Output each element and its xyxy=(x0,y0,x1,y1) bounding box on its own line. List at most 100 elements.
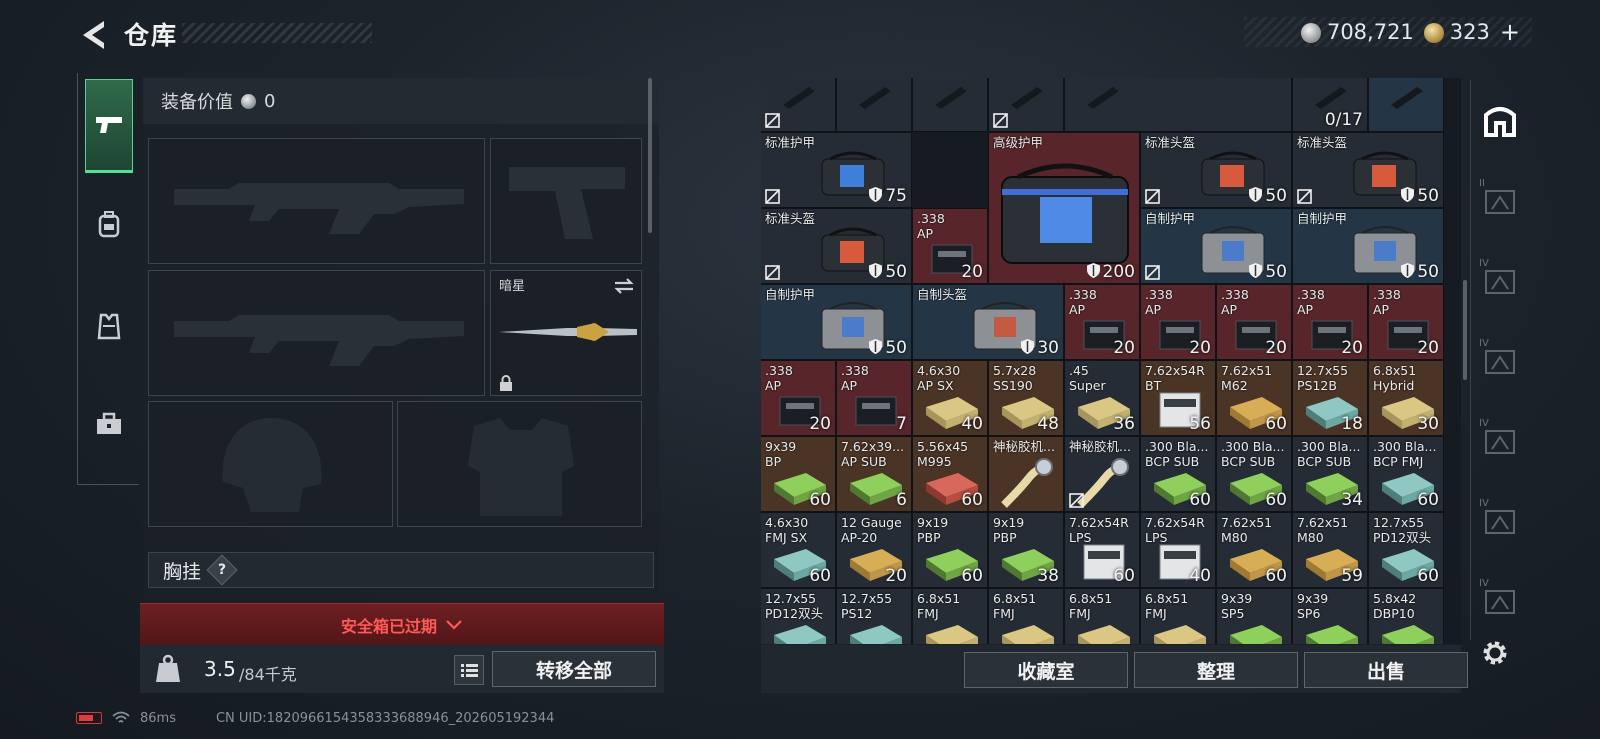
inventory-item[interactable]: 5.8x42 DBP10 xyxy=(1368,588,1444,644)
inventory-item[interactable]: 标准头盔 50 xyxy=(1292,132,1444,208)
inventory-item[interactable]: 6.8x51 FMJ xyxy=(1140,588,1216,644)
inventory-item[interactable]: 12 Gauge AP-20 20 xyxy=(836,512,912,588)
inventory-item[interactable]: .338 AP 7 xyxy=(836,360,912,436)
inventory-item[interactable]: 5.56x45 M995 60 xyxy=(912,436,988,512)
inventory-item[interactable]: .300 Bla... BCP FMJ 60 xyxy=(1368,436,1444,512)
inventory-item[interactable]: .338 AP 20 xyxy=(1216,284,1292,360)
inventory-item[interactable]: .45 Super 36 xyxy=(1064,360,1140,436)
inventory-item[interactable]: 12.7x55 PS12 xyxy=(836,588,912,644)
inventory-item[interactable]: 7.62x51 M80 60 xyxy=(1216,512,1292,588)
tab-weapons[interactable] xyxy=(85,79,133,173)
storage-tab-4[interactable]: IV xyxy=(1479,338,1521,382)
inventory-item[interactable]: .338 AP 20 xyxy=(761,360,836,436)
item-quantity: 6 xyxy=(896,490,907,510)
safe-box-expired-banner[interactable]: 安全箱已过期 xyxy=(140,603,664,645)
helmet-slot[interactable] xyxy=(148,401,393,527)
inventory-item[interactable] xyxy=(836,78,912,132)
inventory-item[interactable]: .300 Bla... BCP SUB 60 xyxy=(1216,436,1292,512)
collection-button[interactable]: 收藏室 xyxy=(964,652,1128,688)
inventory-item[interactable]: 4.6x30 FMJ SX 60 xyxy=(761,512,836,588)
organize-button[interactable]: 整理 xyxy=(1134,652,1298,688)
item-quantity-value: 75 xyxy=(885,186,907,206)
rifle-silhouette-icon xyxy=(174,183,464,234)
gold-coin-icon xyxy=(1423,23,1444,43)
storage-tab-1[interactable] xyxy=(1479,100,1521,142)
chest-rig-row[interactable]: 胸挂 ? xyxy=(148,552,654,588)
inventory-item[interactable]: 自制护甲 50 xyxy=(1292,208,1444,284)
item-quantity: 0/17 xyxy=(1324,110,1363,130)
inventory-item[interactable]: 7.62x54R BT 56 xyxy=(1140,360,1216,436)
item-name: 7.62x39... AP SUB xyxy=(841,439,905,469)
inventory-item[interactable]: 标准头盔 50 xyxy=(761,208,912,284)
melee-slot[interactable]: 暗星 xyxy=(490,270,642,396)
inventory-item[interactable]: .338 AP 20 xyxy=(912,208,988,284)
inventory-item[interactable]: .338 AP 20 xyxy=(1368,284,1444,360)
inventory-item[interactable] xyxy=(912,78,988,132)
storage-tab-7[interactable]: IV xyxy=(1479,578,1521,622)
equipment-scrollbar[interactable] xyxy=(648,78,652,233)
swap-icon[interactable] xyxy=(613,277,635,295)
inventory-item[interactable]: 9x19 PBP 60 xyxy=(912,512,988,588)
item-name: 6.8x51 FMJ xyxy=(1145,591,1189,621)
inventory-item[interactable]: 自制护甲 50 xyxy=(1140,208,1292,284)
help-icon[interactable]: ? xyxy=(206,554,238,586)
inventory-item[interactable]: 9x39 SP6 xyxy=(1292,588,1368,644)
inventory-item[interactable]: .300 Bla... BCP SUB 60 xyxy=(1140,436,1216,512)
inventory-item[interactable]: 7.62x51 M62 60 xyxy=(1216,360,1292,436)
inventory-item[interactable]: 9x39 BP 60 xyxy=(761,436,836,512)
inventory-item[interactable]: 标准头盔 50 xyxy=(1140,132,1292,208)
inventory-item[interactable]: 自制头盔 30 xyxy=(912,284,1064,360)
storage-tab-6[interactable]: IV xyxy=(1479,498,1521,542)
inventory-item[interactable]: 9x19 PBP 38 xyxy=(988,512,1064,588)
inventory-item[interactable]: 神秘胶机... xyxy=(988,436,1064,512)
inventory-item[interactable]: 标准护甲 75 xyxy=(761,132,912,208)
inventory-item[interactable]: 7.62x54R LPS 40 xyxy=(1140,512,1216,588)
inventory-item[interactable]: 7.62x39... AP SUB 6 xyxy=(836,436,912,512)
transfer-all-button[interactable]: 转移全部 xyxy=(492,651,656,687)
inventory-item[interactable]: 12.7x55 PD12双头 xyxy=(761,588,836,644)
list-view-button[interactable] xyxy=(454,655,484,685)
inventory-item[interactable]: .338 AP 20 xyxy=(1064,284,1140,360)
tab-vest[interactable] xyxy=(85,279,133,373)
inventory-item[interactable] xyxy=(761,78,836,132)
inventory-item[interactable] xyxy=(1368,78,1444,132)
inventory-item[interactable]: 高级护甲 200 xyxy=(988,132,1140,284)
storage-tab-5[interactable]: IV xyxy=(1479,418,1521,462)
item-name: 9x19 PBP xyxy=(917,515,949,545)
inventory-item[interactable]: 5.7x28 SS190 48 xyxy=(988,360,1064,436)
secondary-weapon-slot[interactable] xyxy=(148,270,485,396)
inventory-item[interactable]: 9x39 SP5 xyxy=(1216,588,1292,644)
armor-slot[interactable] xyxy=(397,401,642,527)
inventory-item[interactable]: 6.8x51 Hybrid 30 xyxy=(1368,360,1444,436)
inventory-item[interactable] xyxy=(1064,78,1292,132)
inventory-item[interactable]: 7.62x54R LPS 60 xyxy=(1064,512,1140,588)
inventory-item[interactable]: 12.7x55 PD12双头 60 xyxy=(1368,512,1444,588)
inventory-item[interactable]: 神秘胶机... xyxy=(1064,436,1140,512)
settings-button[interactable] xyxy=(1478,636,1512,670)
item-name: .338 AP xyxy=(1297,287,1325,317)
inventory-item[interactable]: 0/17 xyxy=(1292,78,1368,132)
inventory-item[interactable]: 自制护甲 50 xyxy=(761,284,912,360)
storage-tab-3[interactable]: IV xyxy=(1479,258,1521,302)
inventory-item[interactable]: 4.6x30 AP SX 40 xyxy=(912,360,988,436)
inventory-item[interactable]: 6.8x51 FMJ xyxy=(988,588,1064,644)
inventory-item[interactable]: 12.7x55 PS12B 18 xyxy=(1292,360,1368,436)
item-quantity-value: 59 xyxy=(1341,566,1363,586)
inventory-item[interactable]: .338 AP 20 xyxy=(1140,284,1216,360)
tab-toolbox[interactable] xyxy=(85,377,133,471)
tab-backpack[interactable] xyxy=(85,177,133,271)
inventory-scrollbar[interactable] xyxy=(1463,280,1467,380)
inventory-item[interactable]: .338 AP 20 xyxy=(1292,284,1368,360)
back-button[interactable] xyxy=(78,18,108,52)
sell-button[interactable]: 出售 xyxy=(1304,652,1468,688)
inventory-item[interactable]: 6.8x51 FMJ xyxy=(1064,588,1140,644)
sidearm-slot[interactable] xyxy=(490,138,642,264)
inventory-item[interactable]: 7.62x51 M80 59 xyxy=(1292,512,1368,588)
primary-weapon-slot[interactable] xyxy=(148,138,485,264)
add-currency-button[interactable]: + xyxy=(1500,18,1520,46)
storage-tab-2[interactable]: II xyxy=(1479,178,1521,222)
inventory-item[interactable]: 6.8x51 FMJ xyxy=(912,588,988,644)
weight-capacity: /84千克 xyxy=(239,665,297,684)
inventory-item[interactable] xyxy=(988,78,1064,132)
inventory-item[interactable]: .300 Bla... BCP SUB 34 xyxy=(1292,436,1368,512)
